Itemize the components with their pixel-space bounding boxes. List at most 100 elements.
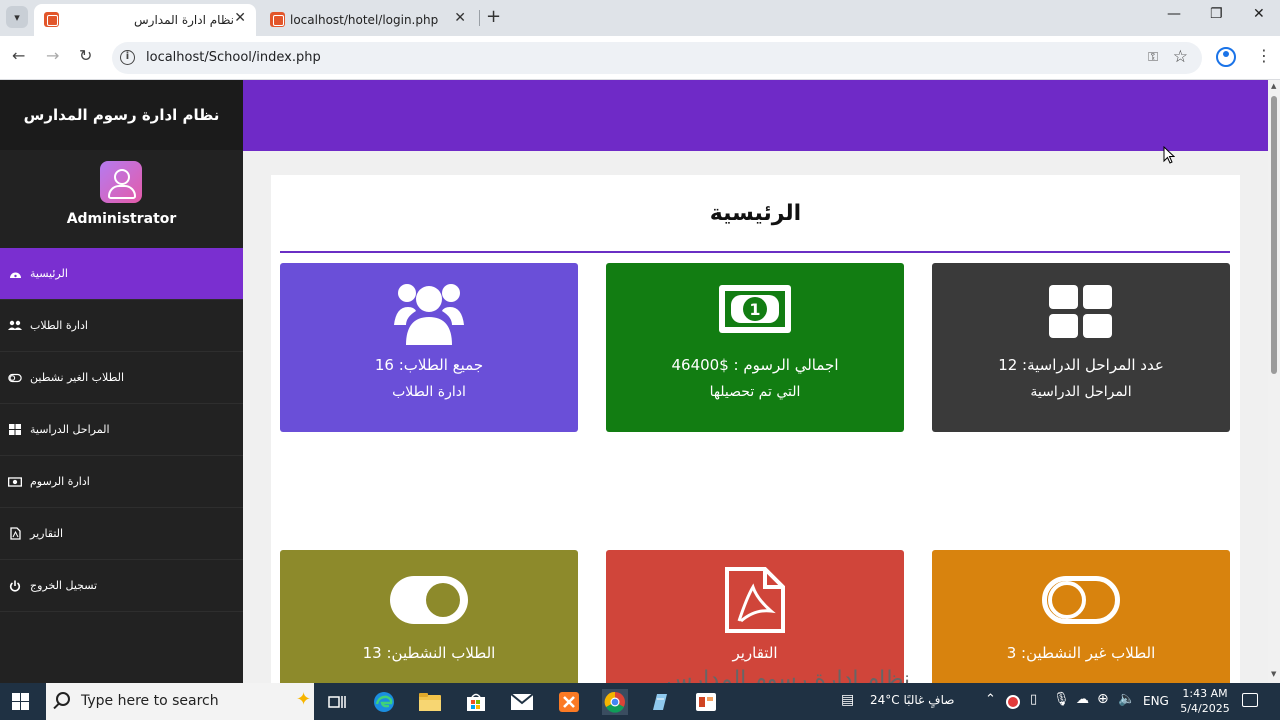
- tab-school[interactable]: نظام ادارة المدارس ✕: [34, 4, 256, 36]
- page-scrollbar[interactable]: ▲ ▼: [1268, 80, 1280, 683]
- card-secondary-link[interactable]: المراحل الدراسية: [932, 384, 1230, 400]
- back-icon[interactable]: ←: [12, 46, 25, 65]
- search-icon: [56, 692, 70, 706]
- restore-icon[interactable]: ❐: [1210, 6, 1223, 22]
- windows-start-icon[interactable]: [12, 693, 30, 711]
- presentation-app-icon[interactable]: [693, 689, 719, 715]
- notification-icon[interactable]: [1242, 693, 1258, 707]
- volume-icon[interactable]: 🔈: [1118, 691, 1135, 707]
- tab-close-icon[interactable]: ✕: [234, 10, 246, 26]
- grid-icon: [932, 285, 1230, 339]
- money-bill-icon: 1: [606, 285, 904, 333]
- sidebar-item-students[interactable]: ادارة الطلاب: [0, 300, 243, 352]
- forward-icon[interactable]: →: [46, 46, 59, 65]
- sidebar-item-label: ادارة الطلاب: [30, 319, 88, 332]
- card-stages[interactable]: عدد المراحل الدراسية: 12 المراحل الدراسي…: [932, 263, 1230, 432]
- main-panel: الرئيسية جميع الطلاب: 16 ادارة الطلاب 1 …: [271, 175, 1240, 683]
- sidebar-item-label: المراحل الدراسية: [30, 423, 110, 436]
- web-page: نظام ادارة رسوم المدارس Administrator ال…: [0, 80, 1268, 683]
- scroll-up-icon[interactable]: ▲: [1271, 82, 1276, 90]
- clock-date: 5/4/2025: [1180, 702, 1230, 715]
- sidebar-item-logout[interactable]: تسجيل الخروج: [0, 560, 243, 612]
- toggle-off-icon: [932, 576, 1230, 624]
- bookmark-star-icon[interactable]: ☆: [1173, 47, 1188, 67]
- xampp-favicon-icon: [270, 12, 285, 27]
- file-explorer-icon[interactable]: [417, 689, 443, 715]
- sidebar-item-label: الرئيسية: [30, 267, 68, 280]
- sidebar-item-reports[interactable]: التقارير: [0, 508, 243, 560]
- url-field[interactable]: i localhost/School/index.php ⚿ ☆: [112, 42, 1202, 74]
- copilot-sparkle-icon[interactable]: ✦: [296, 689, 311, 710]
- reload-icon[interactable]: ↻: [79, 46, 92, 65]
- card-primary-text: اجمالي الرسوم : $46400: [671, 356, 839, 374]
- card-total-fees[interactable]: 1 اجمالي الرسوم : $46400 التي تم تحصيلها: [606, 263, 904, 432]
- money-icon: [8, 476, 22, 488]
- users-icon: [280, 279, 578, 347]
- password-key-icon[interactable]: ⚿: [1148, 50, 1158, 65]
- card-active-students[interactable]: الطلاب النشطين: 13: [280, 550, 578, 683]
- sidebar-item-home[interactable]: الرئيسية: [0, 248, 243, 300]
- card-primary-text: الطلاب غير النشطين: 3: [1006, 644, 1156, 662]
- weather-icon: ▤: [841, 692, 855, 708]
- device-icon[interactable]: ▯: [1030, 692, 1037, 707]
- section-heading-partial: نظام ادارة رسوم المدارس: [665, 667, 910, 683]
- card-inactive-students[interactable]: الطلاب غير النشطين: 3: [932, 550, 1230, 683]
- power-icon: [8, 580, 22, 592]
- user-name: Administrator: [66, 211, 177, 227]
- xampp-icon[interactable]: [556, 689, 582, 715]
- sidebar: نظام ادارة رسوم المدارس Administrator ال…: [0, 80, 243, 683]
- card-reports[interactable]: التقارير: [606, 550, 904, 683]
- dashboard-icon: [8, 268, 22, 280]
- notepad-icon[interactable]: [646, 689, 672, 715]
- microphone-icon[interactable]: 🎙: [1053, 692, 1070, 707]
- onedrive-icon[interactable]: ☁: [1076, 692, 1089, 707]
- language-indicator[interactable]: ENG: [1143, 694, 1169, 708]
- scroll-down-icon[interactable]: ▼: [1271, 670, 1276, 678]
- card-secondary-link[interactable]: ادارة الطلاب: [280, 384, 578, 400]
- card-primary-text: التقارير: [732, 644, 778, 662]
- site-info-icon[interactable]: i: [120, 50, 135, 65]
- xampp-favicon-icon: [44, 12, 59, 27]
- sidebar-item-inactive-students[interactable]: الطلاب الغير نشطين: [0, 352, 243, 404]
- record-icon[interactable]: [1006, 695, 1020, 709]
- mouse-cursor-icon: [1163, 145, 1176, 168]
- mail-icon[interactable]: [509, 689, 535, 715]
- window-close-icon[interactable]: ✕: [1253, 6, 1265, 22]
- minimize-icon[interactable]: —: [1167, 6, 1181, 22]
- pdf-icon: [8, 527, 22, 540]
- sidebar-item-label: تسجيل الخروج: [30, 579, 98, 592]
- tab-search-dropdown-icon[interactable]: ▾: [6, 6, 28, 28]
- weather-text[interactable]: 24°C صافٍ غالبًا: [870, 693, 954, 707]
- scroll-thumb[interactable]: [1271, 96, 1277, 374]
- tab-title: نظام ادارة المدارس: [134, 13, 234, 27]
- profile-icon[interactable]: [1216, 47, 1236, 67]
- url-text[interactable]: localhost/School/index.php: [146, 50, 321, 65]
- show-hidden-icons-icon[interactable]: ⌃: [985, 692, 996, 707]
- windows-taskbar: Type here to search ✦ ▤ 24°C صافٍ غالبًا…: [0, 683, 1280, 720]
- tab-close-icon[interactable]: ✕: [454, 10, 466, 26]
- clock[interactable]: 1:43 AM 5/4/2025: [1180, 686, 1230, 716]
- address-bar: ← → ↻ i localhost/School/index.php ⚿ ☆: [0, 36, 1280, 80]
- browser-menu-icon[interactable]: ⋮: [1256, 46, 1272, 65]
- edge-icon[interactable]: [371, 689, 397, 715]
- page-title: الرئيسية: [709, 201, 802, 226]
- pdf-icon: [606, 567, 904, 633]
- network-globe-icon[interactable]: ⊕: [1097, 691, 1109, 707]
- new-tab-icon[interactable]: +: [486, 6, 501, 27]
- task-view-icon[interactable]: [324, 689, 350, 715]
- sidebar-item-stages[interactable]: المراحل الدراسية: [0, 404, 243, 456]
- users-icon: [8, 320, 22, 332]
- browser-tab-bar: ▾ نظام ادارة المدارس ✕ localhost/hotel/l…: [0, 0, 1280, 36]
- taskbar-search-input[interactable]: Type here to search ✦: [46, 683, 314, 720]
- sidebar-item-fees[interactable]: ادارة الرسوم: [0, 456, 243, 508]
- tab-title: localhost/hotel/login.php: [290, 13, 439, 27]
- clock-time: 1:43 AM: [1182, 687, 1228, 700]
- toggle-on-icon: [280, 576, 578, 624]
- store-icon[interactable]: [463, 689, 489, 715]
- tab-hotel[interactable]: localhost/hotel/login.php ✕: [260, 4, 476, 36]
- card-primary-text: الطلاب النشطين: 13: [362, 644, 496, 662]
- card-all-students[interactable]: جميع الطلاب: 16 ادارة الطلاب: [280, 263, 578, 432]
- card-primary-text: عدد المراحل الدراسية: 12: [998, 356, 1164, 374]
- chrome-icon[interactable]: [602, 689, 628, 715]
- screen: ▾ نظام ادارة المدارس ✕ localhost/hotel/l…: [0, 0, 1280, 720]
